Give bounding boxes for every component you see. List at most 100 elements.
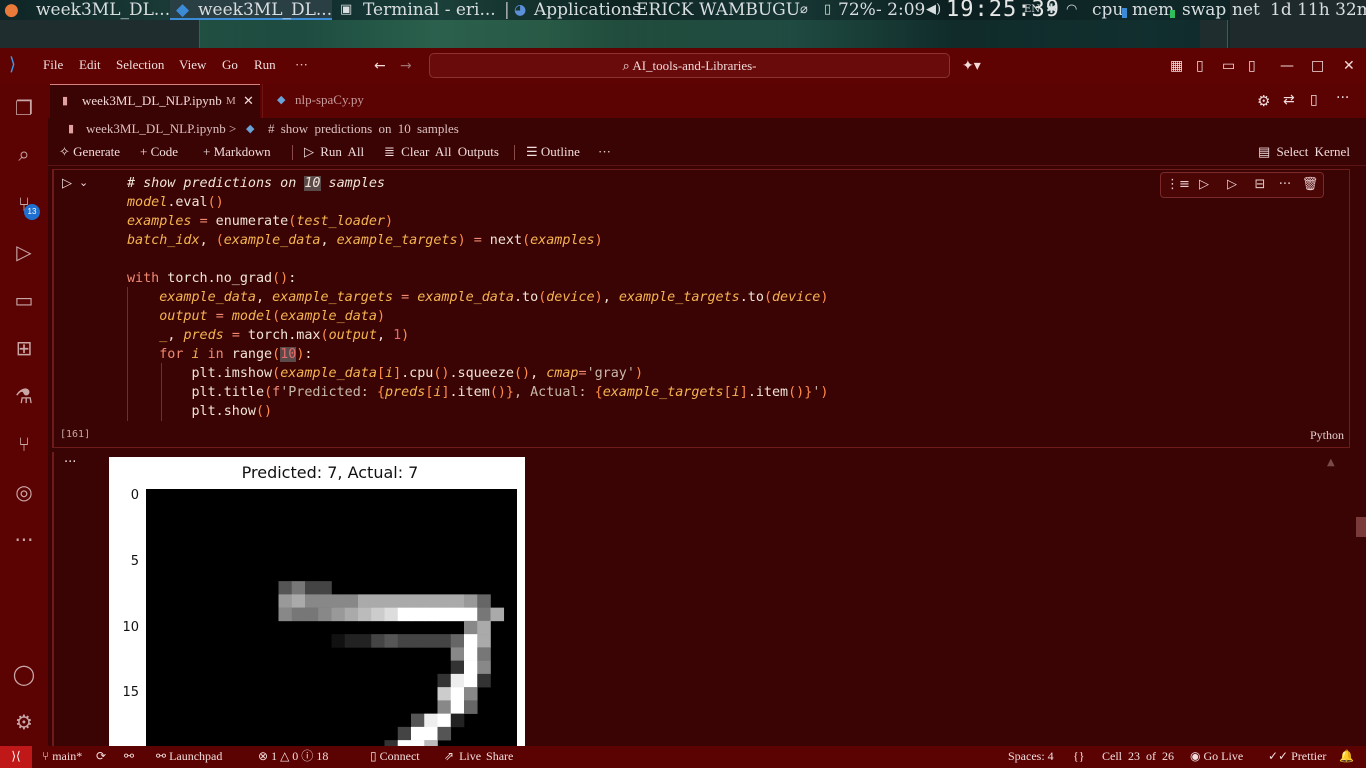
cell-more-icon[interactable]: ··· bbox=[1275, 177, 1295, 192]
remote-explorer-icon[interactable]: ▭ bbox=[10, 286, 38, 314]
execute-and-below-icon[interactable]: ▷ bbox=[1194, 177, 1214, 192]
digit-pixel bbox=[411, 634, 425, 648]
clear-icon: ≣ bbox=[384, 144, 402, 159]
close-tab-icon[interactable]: ✕ bbox=[243, 85, 254, 117]
git-graph-icon[interactable]: ⚯ bbox=[124, 746, 134, 767]
prettier-button[interactable]: ✓✓ Prettier bbox=[1268, 746, 1326, 767]
breadcrumb-file[interactable]: week3ML_DL_NLP.ipynb bbox=[86, 118, 226, 140]
breadcrumb-cell[interactable]: # show predictions on 10 samples bbox=[268, 118, 459, 140]
tab-week3ml-notebook[interactable]: ▮ week3ML_DL_NLP.ipynb M ✕ bbox=[50, 84, 260, 118]
split-editor-icon[interactable]: ▯ bbox=[1310, 92, 1318, 108]
problems-indicator[interactable]: ⊗ 1 △ 0 ⓘ 18 bbox=[258, 746, 328, 767]
chevron-up-icon[interactable]: ▲ bbox=[1327, 457, 1335, 468]
toolbar-divider bbox=[292, 145, 293, 160]
delete-cell-icon[interactable]: 🗑 bbox=[1300, 177, 1320, 192]
select-kernel-button[interactable]: ▤ Select Kernel bbox=[1258, 140, 1350, 164]
more-actions-icon[interactable]: ··· bbox=[1336, 90, 1349, 106]
toggle-secondary-sidebar-icon[interactable]: ▯ bbox=[1248, 58, 1256, 74]
menu-run[interactable]: Run bbox=[254, 48, 276, 84]
nav-back-icon[interactable]: ← bbox=[374, 58, 386, 74]
branch-name: main* bbox=[52, 749, 83, 763]
tab-nlp-spacy[interactable]: ◆ nlp-spaCy.py bbox=[262, 84, 440, 118]
os-task-vscode[interactable]: ◆ week3ML_DL... bbox=[170, 0, 332, 20]
digit-pixel bbox=[344, 607, 359, 622]
open-changes-icon[interactable]: ⇄ bbox=[1283, 92, 1295, 108]
toolbar-more[interactable]: ··· bbox=[598, 140, 611, 164]
command-center[interactable]: ⌕ AI_tools-and-Libraries- bbox=[429, 53, 950, 78]
maximize-icon[interactable]: □ bbox=[1311, 58, 1324, 74]
menu-go[interactable]: Go bbox=[222, 48, 238, 84]
execute-below-icon[interactable]: ▷ bbox=[1222, 177, 1242, 192]
sync-icon[interactable]: ⟳ bbox=[96, 746, 106, 767]
run-debug-icon[interactable]: ▷ bbox=[10, 238, 38, 266]
digit-pixel bbox=[477, 594, 491, 608]
wifi-icon[interactable]: ◠ bbox=[1066, 0, 1077, 20]
cell-language[interactable]: Python bbox=[1310, 428, 1344, 443]
digit-pixel bbox=[450, 660, 465, 675]
testing-icon[interactable]: ⚗ bbox=[10, 382, 38, 410]
nav-forward-icon[interactable]: → bbox=[400, 58, 412, 74]
matplotlib-figure: Predicted: 7, Actual: 7 0 5 10 15 bbox=[109, 457, 525, 746]
run-cell-icon[interactable]: ▷ bbox=[62, 176, 72, 191]
digit-pixel bbox=[477, 660, 491, 675]
cell-position-indicator[interactable]: Cell 23 of 26 bbox=[1102, 746, 1174, 767]
output-more-actions[interactable]: ··· bbox=[64, 455, 76, 470]
language-braces-indicator[interactable]: {} bbox=[1073, 746, 1085, 767]
branch-indicator[interactable]: ⑂ main* bbox=[42, 746, 82, 767]
menu-view[interactable]: View bbox=[179, 48, 206, 84]
explorer-icon[interactable]: ❐ bbox=[10, 94, 38, 122]
os-task-firefox[interactable]: week3ML_DL... bbox=[0, 0, 170, 20]
code-editor[interactable]: # show predictions on 10 samples model.ev… bbox=[127, 174, 828, 421]
menu-edit[interactable]: Edit bbox=[79, 48, 101, 84]
git-graph-icon[interactable]: ⑂ bbox=[10, 430, 38, 458]
toggle-sidebar-icon[interactable]: ▯ bbox=[1196, 58, 1204, 74]
go-live-button[interactable]: ◉ Go Live bbox=[1190, 746, 1243, 767]
workspace-thumb-2[interactable] bbox=[1200, 20, 1228, 48]
generate-button[interactable]: ✧ Generate bbox=[59, 140, 120, 164]
execute-above-icon[interactable]: ⋮≡ bbox=[1166, 177, 1190, 192]
notifications-off-icon[interactable]: ⌀ bbox=[800, 0, 808, 20]
more-views-icon[interactable]: ··· bbox=[10, 526, 38, 554]
live-share-button[interactable]: ⇗ Live Share bbox=[444, 746, 513, 767]
notebook-settings-icon[interactable]: ⚙ bbox=[1257, 92, 1270, 110]
launchpad-button[interactable]: ⚯ Launchpad bbox=[156, 746, 222, 767]
notifications-bell-icon[interactable]: 🔔 bbox=[1339, 746, 1354, 767]
scrollbar-thumb[interactable] bbox=[1356, 517, 1366, 537]
digit-pixel bbox=[305, 581, 319, 595]
digit-pixel bbox=[331, 607, 346, 622]
menu-more[interactable]: ··· bbox=[295, 48, 308, 84]
bluetooth-off-icon[interactable]: ✱ bbox=[1046, 0, 1057, 20]
clear-outputs-button[interactable]: ≣ Clear All Outputs bbox=[384, 140, 499, 164]
menu-selection[interactable]: Selection bbox=[116, 48, 164, 84]
accounts-icon[interactable]: ◯ bbox=[10, 660, 38, 688]
minimize-icon[interactable]: — bbox=[1280, 58, 1294, 74]
remote-indicator-icon[interactable]: ⟩⟨ bbox=[0, 746, 32, 768]
extensions-icon[interactable]: ⊞ bbox=[10, 334, 38, 362]
indentation-indicator[interactable]: Spaces: 4 bbox=[1008, 746, 1054, 767]
toggle-panel-icon[interactable]: ▭ bbox=[1222, 58, 1235, 74]
settings-gear-icon[interactable]: ⚙ bbox=[10, 708, 38, 736]
close-window-icon[interactable]: ✕ bbox=[1343, 58, 1355, 74]
keyboard-layout[interactable]: EN bbox=[1024, 0, 1040, 20]
add-code-button[interactable]: + Code bbox=[140, 140, 178, 164]
clock: 19:25:39 bbox=[946, 0, 1060, 22]
user-name[interactable]: ERICK WAMBUGU bbox=[636, 0, 800, 20]
volume-icon[interactable]: ◀) bbox=[926, 0, 941, 20]
customize-layout-icon[interactable]: ▦ bbox=[1170, 58, 1183, 74]
plus-icon: + bbox=[140, 144, 151, 159]
workspace-thumb-1[interactable] bbox=[0, 20, 200, 48]
outline-button[interactable]: ☰ Outline bbox=[526, 140, 580, 164]
connect-button[interactable]: ▯ Connect bbox=[370, 746, 420, 767]
copilot-icon[interactable]: ✦▾ bbox=[962, 58, 981, 74]
split-cell-icon[interactable]: ⊟ bbox=[1250, 177, 1270, 192]
search-icon[interactable]: ⌕ bbox=[10, 140, 38, 168]
os-task-terminal[interactable]: ▣ Terminal - eri... bbox=[336, 0, 500, 20]
add-markdown-button[interactable]: + Markdown bbox=[203, 140, 271, 164]
run-all-button[interactable]: ▷ Run All bbox=[304, 140, 364, 164]
mem-monitor: mem bbox=[1132, 0, 1175, 20]
github-icon[interactable]: ◎ bbox=[10, 478, 38, 506]
chevron-down-icon[interactable]: ⌄ bbox=[79, 176, 88, 189]
applications-menu[interactable]: Applications bbox=[534, 0, 641, 20]
menu-file[interactable]: File bbox=[43, 48, 63, 84]
toolbar-divider bbox=[514, 145, 515, 160]
